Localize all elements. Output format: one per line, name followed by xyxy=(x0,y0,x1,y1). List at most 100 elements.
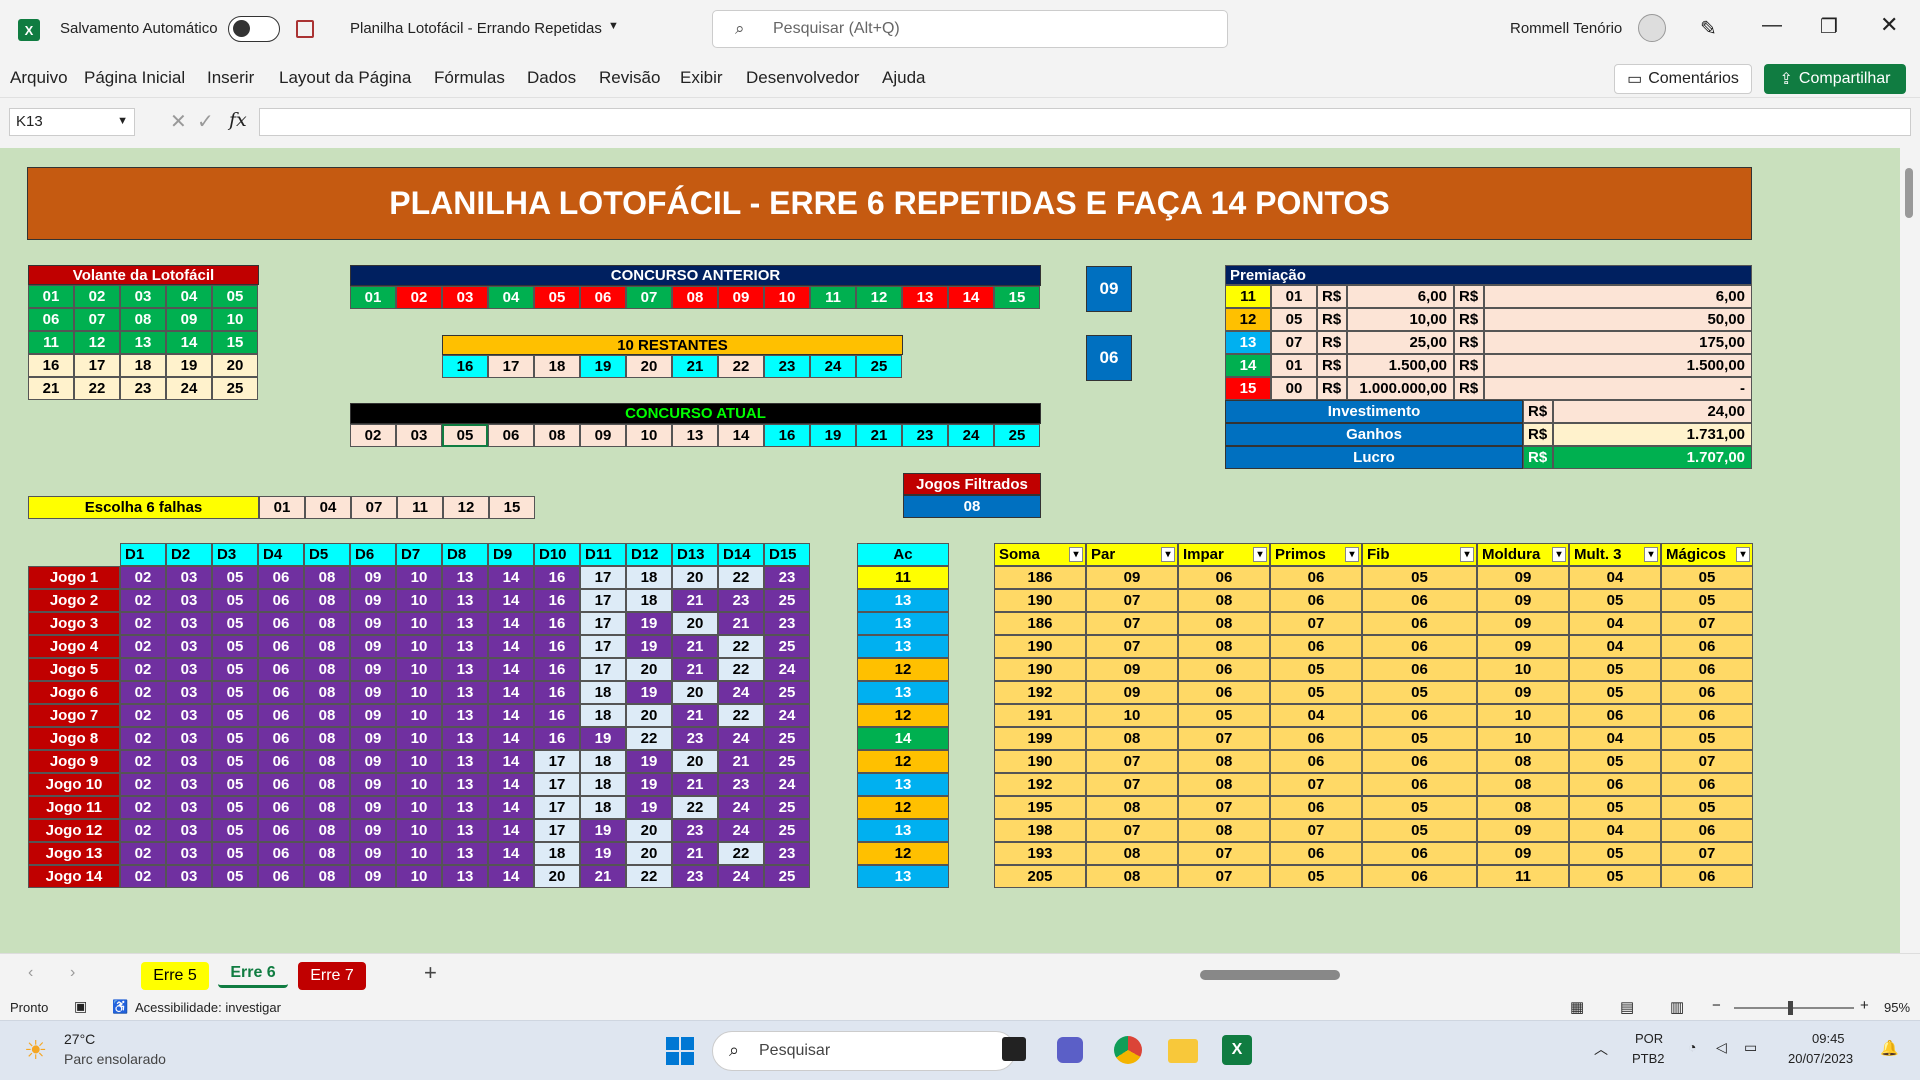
game-number[interactable]: 02 xyxy=(120,681,166,704)
tab-erre-7[interactable]: Erre 7 xyxy=(298,962,366,990)
game-number[interactable]: 20 xyxy=(626,842,672,865)
game-number[interactable]: 16 xyxy=(534,566,580,589)
excel-taskbar-icon[interactable]: X xyxy=(1222,1035,1252,1065)
user-name[interactable]: Rommell Tenório xyxy=(1510,20,1622,37)
atual-number[interactable]: 10 xyxy=(626,424,672,447)
game-number[interactable]: 09 xyxy=(350,704,396,727)
game-number[interactable]: 20 xyxy=(626,819,672,842)
game-number[interactable]: 06 xyxy=(258,819,304,842)
game-number[interactable]: 24 xyxy=(764,658,810,681)
game-number[interactable]: 02 xyxy=(120,750,166,773)
game-number[interactable]: 09 xyxy=(350,865,396,888)
minimize-icon[interactable]: — xyxy=(1762,14,1782,37)
tab-erre-5[interactable]: Erre 5 xyxy=(141,962,209,990)
pen-icon[interactable]: ✎ xyxy=(1700,16,1717,41)
game-number[interactable]: 02 xyxy=(120,589,166,612)
normal-view-icon[interactable]: ▦ xyxy=(1570,998,1584,1016)
game-number[interactable]: 18 xyxy=(580,704,626,727)
game-number[interactable]: 02 xyxy=(120,566,166,589)
game-number[interactable]: 03 xyxy=(166,750,212,773)
game-label[interactable]: Jogo 9 xyxy=(28,750,120,773)
game-number[interactable]: 23 xyxy=(764,842,810,865)
game-number[interactable]: 03 xyxy=(166,727,212,750)
game-number[interactable]: 02 xyxy=(120,819,166,842)
game-number[interactable]: 06 xyxy=(258,589,304,612)
game-number[interactable]: 05 xyxy=(212,750,258,773)
game-number[interactable]: 17 xyxy=(534,819,580,842)
game-number[interactable]: 08 xyxy=(304,704,350,727)
stats-header[interactable]: Par ▾ xyxy=(1086,543,1178,566)
game-number[interactable]: 10 xyxy=(396,796,442,819)
stats-header[interactable]: Mult. 3 ▾ xyxy=(1569,543,1661,566)
menu-layout[interactable]: Layout da Página xyxy=(279,68,411,88)
game-number[interactable]: 03 xyxy=(166,796,212,819)
volante-number[interactable]: 06 xyxy=(28,308,74,331)
stats-header[interactable]: Impar ▾ xyxy=(1178,543,1270,566)
atual-number[interactable]: 14 xyxy=(718,424,764,447)
game-number[interactable]: 10 xyxy=(396,681,442,704)
game-number[interactable]: 14 xyxy=(488,865,534,888)
game-number[interactable]: 18 xyxy=(626,589,672,612)
volante-number[interactable]: 18 xyxy=(120,354,166,377)
lang-code[interactable]: POR xyxy=(1635,1031,1663,1046)
game-number[interactable]: 05 xyxy=(212,865,258,888)
volante-number[interactable]: 20 xyxy=(212,354,258,377)
game-number[interactable]: 10 xyxy=(396,635,442,658)
game-label[interactable]: Jogo 11 xyxy=(28,796,120,819)
game-number[interactable]: 25 xyxy=(764,727,810,750)
game-label[interactable]: Jogo 8 xyxy=(28,727,120,750)
game-number[interactable]: 06 xyxy=(258,612,304,635)
game-number[interactable]: 14 xyxy=(488,566,534,589)
fx-icon[interactable]: fx xyxy=(229,109,247,131)
game-number[interactable]: 10 xyxy=(396,750,442,773)
game-number[interactable]: 05 xyxy=(212,658,258,681)
volante-number[interactable]: 09 xyxy=(166,308,212,331)
game-number[interactable]: 24 xyxy=(718,819,764,842)
anterior-number[interactable]: 04 xyxy=(488,286,534,309)
game-number[interactable]: 17 xyxy=(580,658,626,681)
menu-desenvolvedor[interactable]: Desenvolvedor xyxy=(746,68,859,88)
game-number[interactable]: 03 xyxy=(166,819,212,842)
game-number[interactable]: 25 xyxy=(764,681,810,704)
game-number[interactable]: 14 xyxy=(488,750,534,773)
volante-number[interactable]: 13 xyxy=(120,331,166,354)
game-number[interactable]: 13 xyxy=(442,681,488,704)
game-number[interactable]: 13 xyxy=(442,842,488,865)
menu-revisao[interactable]: Revisão xyxy=(599,68,660,88)
game-number[interactable]: 19 xyxy=(626,750,672,773)
chevron-up-icon[interactable]: ︿ xyxy=(1594,1039,1608,1059)
restante-number[interactable]: 21 xyxy=(672,355,718,378)
name-box[interactable]: K13 ▼ xyxy=(9,108,135,136)
game-number[interactable]: 24 xyxy=(718,727,764,750)
game-number[interactable]: 18 xyxy=(580,750,626,773)
game-number[interactable]: 20 xyxy=(672,681,718,704)
volante-number[interactable]: 19 xyxy=(166,354,212,377)
game-number[interactable]: 17 xyxy=(534,773,580,796)
game-number[interactable]: 02 xyxy=(120,727,166,750)
stats-header[interactable]: Moldura ▾ xyxy=(1477,543,1569,566)
menu-ajuda[interactable]: Ajuda xyxy=(882,68,925,88)
volante-number[interactable]: 04 xyxy=(166,285,212,308)
game-number[interactable]: 17 xyxy=(580,635,626,658)
game-number[interactable]: 06 xyxy=(258,842,304,865)
anterior-number[interactable]: 12 xyxy=(856,286,902,309)
game-number[interactable]: 25 xyxy=(764,750,810,773)
game-number[interactable]: 03 xyxy=(166,865,212,888)
game-number[interactable]: 24 xyxy=(718,681,764,704)
game-number[interactable]: 13 xyxy=(442,727,488,750)
zoom-in-icon[interactable]: + xyxy=(1860,997,1869,1014)
wifi-icon[interactable]: ◔ xyxy=(1688,1039,1696,1055)
lang-layout[interactable]: PTB2 xyxy=(1632,1051,1665,1066)
anterior-number[interactable]: 03 xyxy=(442,286,488,309)
game-number[interactable]: 19 xyxy=(626,773,672,796)
task-view-icon[interactable] xyxy=(1002,1037,1026,1061)
anterior-number[interactable]: 10 xyxy=(764,286,810,309)
restante-number[interactable]: 18 xyxy=(534,355,580,378)
atual-number[interactable]: 25 xyxy=(994,424,1040,447)
game-number[interactable]: 17 xyxy=(534,750,580,773)
game-number[interactable]: 10 xyxy=(396,842,442,865)
game-number[interactable]: 24 xyxy=(764,704,810,727)
game-number[interactable]: 08 xyxy=(304,865,350,888)
filter-dropdown-icon[interactable]: ▾ xyxy=(1552,547,1566,562)
game-number[interactable]: 21 xyxy=(718,612,764,635)
